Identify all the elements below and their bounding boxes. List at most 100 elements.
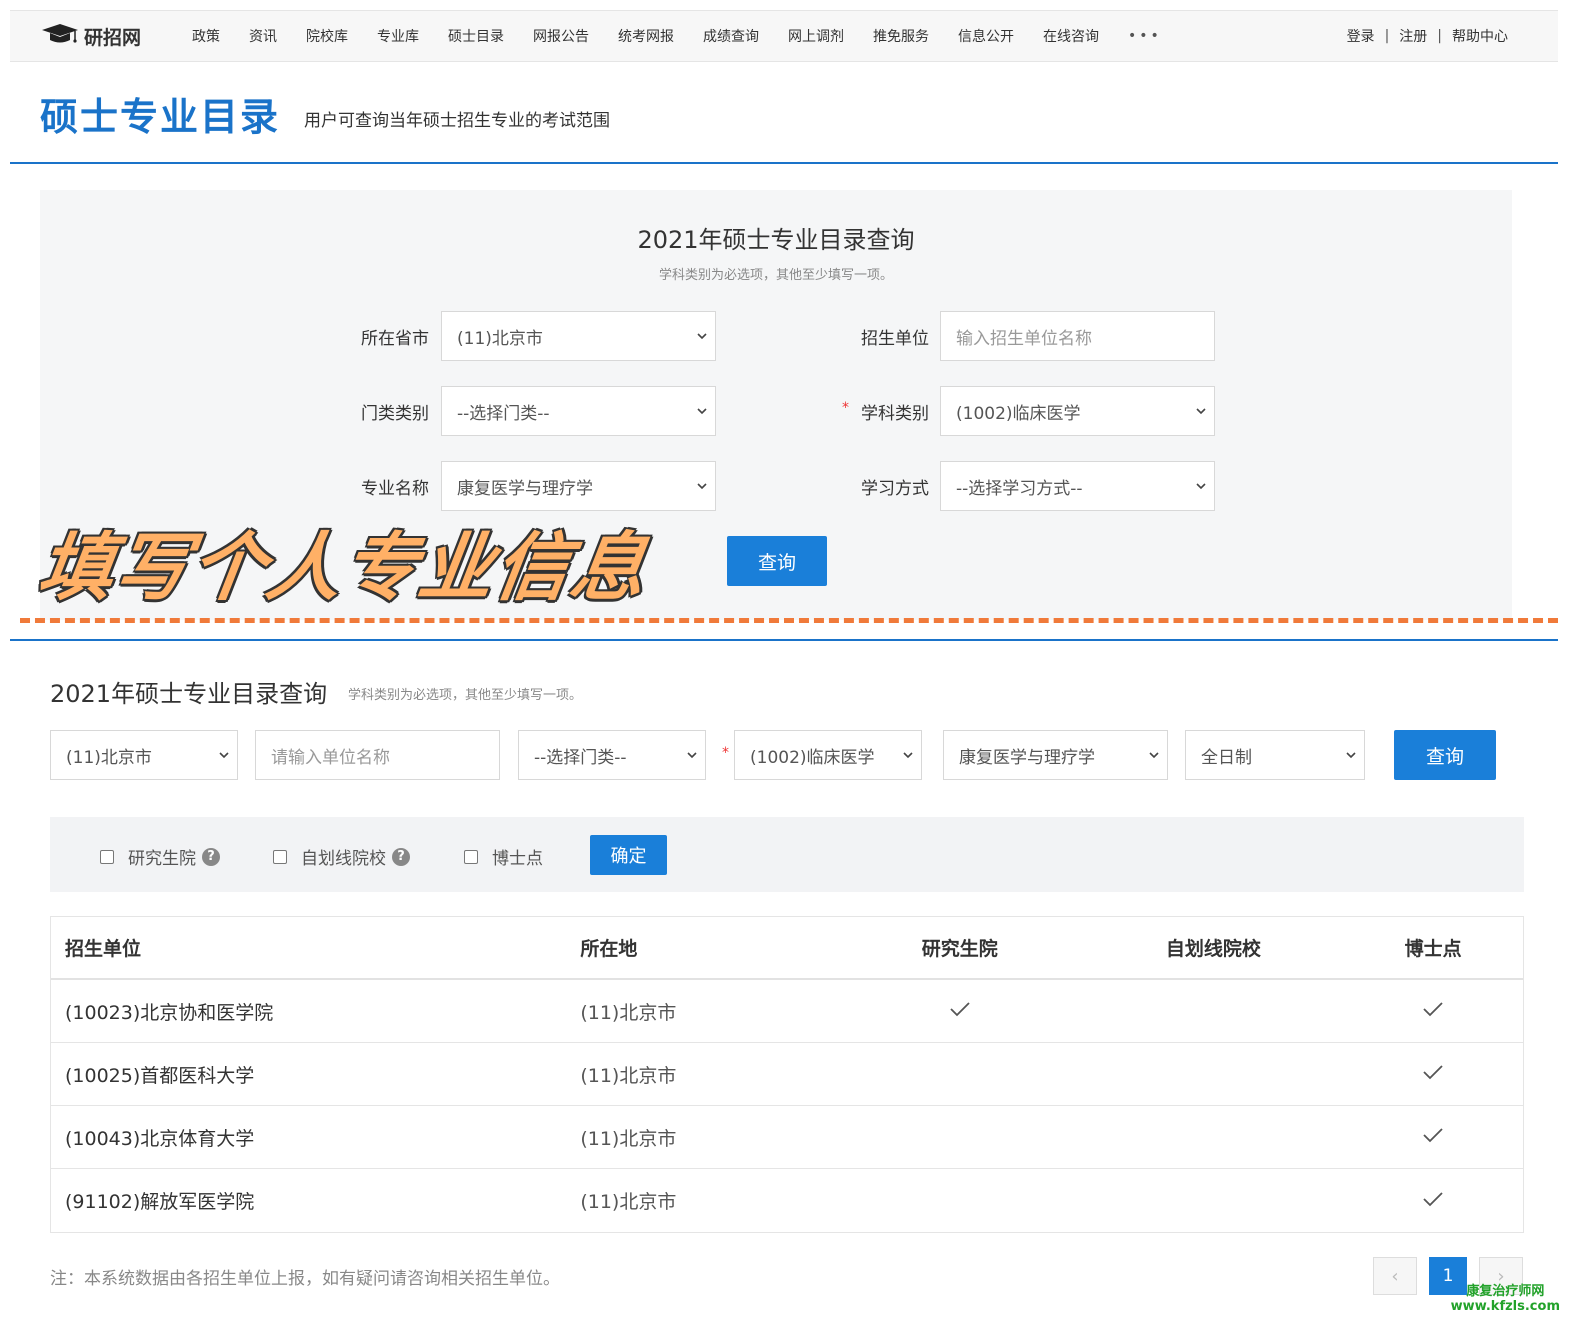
category-select[interactable]: --选择门类-- (441, 386, 716, 436)
nav-more-icon[interactable]: ••• (1128, 28, 1162, 44)
province-label: 所在省市 (361, 329, 429, 349)
checkmark-icon (1422, 1063, 1444, 1085)
nav-item-recommendation[interactable]: 推免服务 (873, 26, 929, 46)
nav-item-scores[interactable]: 成绩查询 (703, 26, 759, 46)
nav-item-announcements[interactable]: 网报公告 (533, 26, 589, 46)
header-graduate-school[interactable]: 研究生院 (836, 934, 1084, 961)
doctoral-checkbox[interactable] (464, 849, 478, 864)
prev-page-button[interactable]: ‹ (1373, 1257, 1417, 1295)
cell-unit[interactable]: (10025)首都医科大学 (51, 1061, 566, 1088)
discipline-select[interactable]: (1002)临床医学 (940, 386, 1215, 436)
graduate-school-checkbox[interactable] (100, 849, 114, 864)
filter-major-value: 康复医学与理疗学 (959, 747, 1095, 768)
nav-item-majors[interactable]: 专业库 (377, 26, 419, 46)
filter-province-value: (11)北京市 (66, 747, 152, 768)
question-circle-icon[interactable]: ? (392, 847, 410, 866)
chevron-down-icon (695, 404, 709, 418)
cell-unit[interactable]: (10023)北京协和医学院 (51, 998, 566, 1025)
filter-province-select[interactable]: (11)北京市 (50, 730, 238, 780)
chevron-down-icon (685, 748, 699, 762)
checkmark-icon (949, 1000, 971, 1022)
major-select[interactable]: 康复医学与理疗学 (441, 461, 716, 511)
table-row[interactable]: (10043)北京体育大学 (11)北京市 (51, 1106, 1523, 1169)
nav-item-policy[interactable]: 政策 (192, 26, 220, 46)
filter-category-select[interactable]: --选择门类-- (518, 730, 706, 780)
header-location[interactable]: 所在地 (566, 934, 836, 961)
query-panel-hint: 学科类别为必选项，其他至少填写一项。 (658, 268, 893, 283)
filter-discipline-value: (1002)临床医学 (750, 747, 875, 768)
unit-input[interactable]: 输入招生单位名称 (940, 311, 1215, 361)
nav-item-adjustment[interactable]: 网上调剂 (788, 26, 844, 46)
filter-category-value: --选择门类-- (534, 747, 627, 768)
results-table: 招生单位 所在地 研究生院 自划线院校 博士点 (10023)北京协和医学院 (1… (50, 916, 1524, 1233)
filter-discipline-select[interactable]: (1002)临床医学 (734, 730, 922, 780)
top-navbar: 研招网 政策 资讯 院校库 专业库 硕士目录 网报公告 统考网报 成绩查询 网上… (10, 10, 1558, 62)
nav-item-news[interactable]: 资讯 (249, 26, 277, 46)
cell-graduate-school (836, 1000, 1084, 1022)
doctoral-filter[interactable]: 博士点 (464, 844, 543, 869)
chevron-down-icon (901, 748, 915, 762)
required-mark: * (722, 745, 729, 761)
self-line-filter[interactable]: 自划线院校 ? (273, 844, 410, 869)
main-nav: 政策 资讯 院校库 专业库 硕士目录 网报公告 统考网报 成绩查询 网上调剂 推… (192, 11, 1162, 61)
nav-item-schools[interactable]: 院校库 (306, 26, 348, 46)
self-line-checkbox[interactable] (273, 849, 287, 864)
account-links: 登录 | 注册 | 帮助中心 (1347, 11, 1508, 61)
login-link[interactable]: 登录 (1347, 26, 1375, 46)
results-search-button[interactable]: 查询 (1394, 730, 1496, 780)
filter-unit-placeholder: 请输入单位名称 (271, 747, 390, 768)
checkmark-icon (1422, 1190, 1444, 1212)
cell-unit[interactable]: (10043)北京体育大学 (51, 1124, 566, 1151)
study-mode-select-value: --选择学习方式-- (956, 478, 1083, 499)
register-link[interactable]: 注册 (1399, 26, 1427, 46)
province-select[interactable]: (11)北京市 (441, 311, 716, 361)
study-mode-label: 学习方式 (861, 479, 929, 499)
graduate-school-filter[interactable]: 研究生院 ? (100, 844, 220, 869)
watermark-line1: 康复治疗师网 (1466, 1284, 1545, 1299)
filter-study-mode-select[interactable]: 全日制 (1185, 730, 1365, 780)
header-self-line[interactable]: 自划线院校 (1084, 934, 1344, 961)
results-title: 2021年硕士专业目录查询 (50, 680, 328, 708)
page-title: 硕士专业目录 (40, 95, 281, 139)
title-divider (10, 162, 1558, 164)
discipline-label: 学科类别 (861, 404, 929, 424)
filter-major-select[interactable]: 康复医学与理疗学 (943, 730, 1168, 780)
table-row[interactable]: (10025)首都医科大学 (11)北京市 (51, 1043, 1523, 1106)
table-header: 招生单位 所在地 研究生院 自划线院校 博士点 (51, 917, 1523, 980)
major-label: 专业名称 (361, 479, 429, 499)
study-mode-select[interactable]: --选择学习方式-- (940, 461, 1215, 511)
table-row[interactable]: (10023)北京协和医学院 (11)北京市 (51, 980, 1523, 1043)
instruction-banner: 填写个人专业信息 (33, 525, 654, 611)
nav-separator: | (1437, 28, 1442, 44)
help-center-link[interactable]: 帮助中心 (1452, 26, 1508, 46)
filter-unit-input[interactable]: 请输入单位名称 (255, 730, 500, 780)
doctoral-label: 博士点 (492, 849, 543, 869)
confirm-button[interactable]: 确定 (590, 835, 667, 875)
header-doctoral[interactable]: 博士点 (1343, 934, 1523, 961)
logo-text: 研招网 (84, 26, 142, 49)
unit-input-placeholder: 输入招生单位名称 (956, 328, 1092, 349)
table-row[interactable]: (91102)解放军医学院 (11)北京市 (51, 1169, 1523, 1232)
checkmark-icon (1422, 1126, 1444, 1148)
category-label: 门类类别 (361, 404, 429, 424)
nav-item-consult[interactable]: 在线咨询 (1043, 26, 1099, 46)
nav-item-master-catalog[interactable]: 硕士目录 (448, 26, 504, 46)
query-search-button[interactable]: 查询 (727, 536, 827, 586)
site-logo[interactable]: 研招网 (40, 23, 141, 49)
cell-doctoral (1343, 1126, 1523, 1148)
nav-item-exam-registration[interactable]: 统考网报 (618, 26, 674, 46)
question-circle-icon[interactable]: ? (202, 847, 220, 866)
cell-location: (11)北京市 (580, 1001, 677, 1024)
header-unit[interactable]: 招生单位 (51, 934, 566, 961)
cell-doctoral (1343, 1063, 1523, 1085)
graduate-school-label: 研究生院 (128, 849, 196, 869)
cell-location: (11)北京市 (580, 1064, 677, 1087)
discipline-select-value: (1002)临床医学 (956, 403, 1081, 424)
section-divider (10, 639, 1558, 641)
checkbox-filter-bar (50, 817, 1524, 892)
cell-unit[interactable]: (91102)解放军医学院 (51, 1187, 566, 1214)
filter-study-mode-value: 全日制 (1201, 747, 1252, 768)
watermark-line2: www.kfzls.com (1450, 1299, 1560, 1314)
dashed-divider (20, 618, 1558, 626)
nav-item-disclosure[interactable]: 信息公开 (958, 26, 1014, 46)
